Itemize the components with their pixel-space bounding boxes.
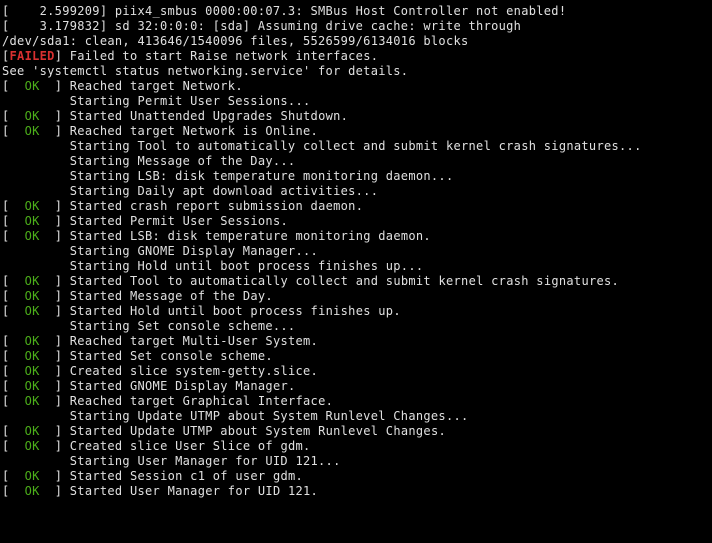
terminal-line: Starting Permit User Sessions...: [2, 94, 710, 109]
terminal-line: Starting Set console scheme...: [2, 319, 710, 334]
terminal-line: [ OK ] Started crash report submission d…: [2, 199, 710, 214]
terminal-line: [ OK ] Reached target Network.: [2, 79, 710, 94]
terminal-line: Starting LSB: disk temperature monitorin…: [2, 169, 710, 184]
boot-terminal-output: [ 2.599209] piix4_smbus 0000:00:07.3: SM…: [0, 0, 712, 503]
terminal-line: Starting Hold until boot process finishe…: [2, 259, 710, 274]
terminal-line: [ OK ] Started Session c1 of user gdm.: [2, 469, 710, 484]
terminal-line: [ 2.599209] piix4_smbus 0000:00:07.3: SM…: [2, 4, 710, 19]
terminal-line: [ OK ] Created slice User Slice of gdm.: [2, 439, 710, 454]
terminal-line: [FAILED] Failed to start Raise network i…: [2, 49, 710, 64]
terminal-line: Starting Daily apt download activities..…: [2, 184, 710, 199]
terminal-line: [ OK ] Started Tool to automatically col…: [2, 274, 710, 289]
terminal-line: Starting Update UTMP about System Runlev…: [2, 409, 710, 424]
terminal-line: Starting GNOME Display Manager...: [2, 244, 710, 259]
terminal-line: [ OK ] Started Set console scheme.: [2, 349, 710, 364]
terminal-line: See 'systemctl status networking.service…: [2, 64, 710, 79]
terminal-line: [ OK ] Started Permit User Sessions.: [2, 214, 710, 229]
terminal-line: [ OK ] Started Hold until boot process f…: [2, 304, 710, 319]
terminal-line: [ 3.179832] sd 32:0:0:0: [sda] Assuming …: [2, 19, 710, 34]
terminal-line: Starting User Manager for UID 121...: [2, 454, 710, 469]
terminal-line: [ OK ] Started Update UTMP about System …: [2, 424, 710, 439]
terminal-line: /dev/sda1: clean, 413646/1540096 files, …: [2, 34, 710, 49]
terminal-line: [ OK ] Started Unattended Upgrades Shutd…: [2, 109, 710, 124]
terminal-line: [ OK ] Created slice system-getty.slice.: [2, 364, 710, 379]
terminal-line: [ OK ] Started Message of the Day.: [2, 289, 710, 304]
terminal-line: [ OK ] Reached target Multi-User System.: [2, 334, 710, 349]
terminal-line: [ OK ] Reached target Network is Online.: [2, 124, 710, 139]
terminal-line: [ OK ] Reached target Graphical Interfac…: [2, 394, 710, 409]
terminal-line: [ OK ] Started GNOME Display Manager.: [2, 379, 710, 394]
terminal-line: Starting Message of the Day...: [2, 154, 710, 169]
terminal-line: Starting Tool to automatically collect a…: [2, 139, 710, 154]
terminal-line: [ OK ] Started User Manager for UID 121.: [2, 484, 710, 499]
terminal-line: [ OK ] Started LSB: disk temperature mon…: [2, 229, 710, 244]
